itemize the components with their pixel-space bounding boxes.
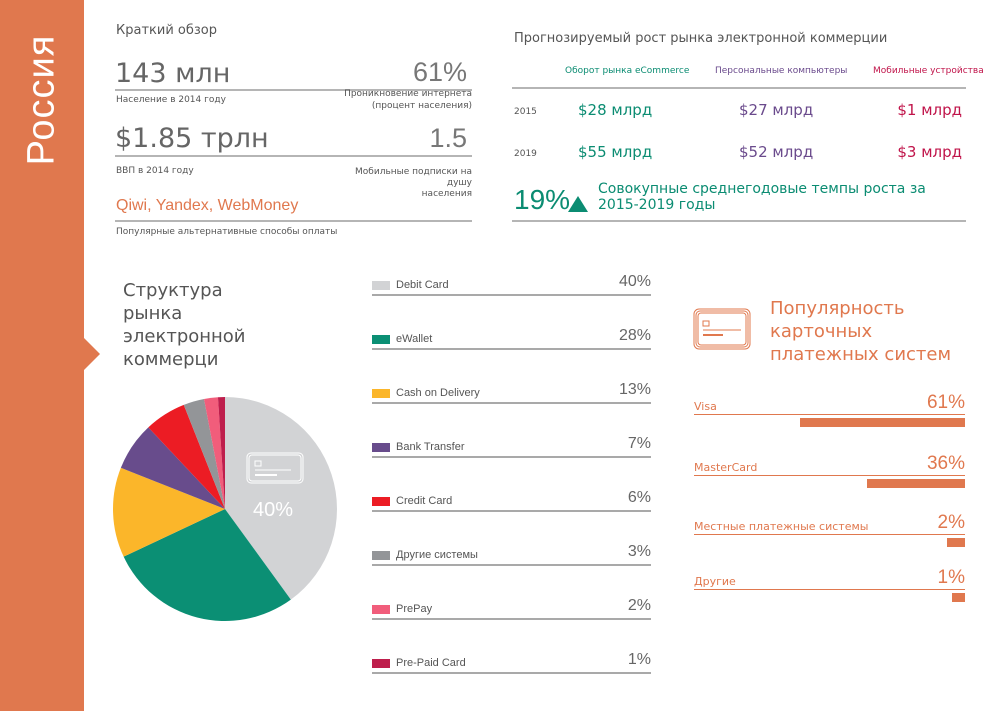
legend-value: 40% [618,273,651,290]
bar-value: 2% [937,512,965,533]
legend-value: 6% [627,489,651,506]
legend-swatch [372,497,390,506]
legend-divider [372,402,651,404]
bar [952,593,965,602]
legend-swatch [372,605,390,614]
legend-divider [372,510,651,512]
legend-divider [372,618,651,620]
card-popularity-title: Популярность карточных платежных систем [770,297,951,366]
legend-value: 13% [618,381,651,398]
legend-divider [372,348,651,350]
legend-divider [372,564,651,566]
legend-value: 7% [627,435,651,452]
legend-item: Bank Transfer 7% [372,435,651,458]
bar-label: MasterCard [694,461,758,474]
credit-card-icon [693,308,751,350]
bar-divider [694,589,965,590]
legend-value: 28% [618,327,651,344]
legend-item: eWallet 28% [372,327,651,350]
bar-label: Другие [694,575,736,588]
bar-label: Visa [694,400,717,413]
bar-value: 1% [937,567,965,588]
legend-divider [372,672,651,674]
legend-label: Pre-Paid Card [396,657,466,669]
title-line: карточных [770,321,873,342]
legend-divider [372,456,651,458]
card-popularity-row: Visa 61% [694,392,965,442]
legend-swatch [372,335,390,344]
bar-value: 61% [926,392,965,413]
title-line: платежных систем [770,344,952,365]
legend-label: Cash on Delivery [396,387,480,399]
legend-swatch [372,281,390,290]
legend-swatch [372,443,390,452]
bar [867,479,965,488]
legend-item: Credit Card 6% [372,489,651,512]
legend-value: 3% [627,543,651,560]
bar [799,418,965,427]
legend-label: eWallet [396,333,433,345]
legend-swatch [372,389,390,398]
bar-divider [694,475,965,476]
legend-divider [372,294,651,296]
card-popularity-row: Другие 1% [694,567,965,617]
bar-value: 36% [926,453,965,474]
card-popularity-row: Местные платежные системы 2% [694,512,965,562]
pie-center-label: 40% [253,499,293,521]
bar-label: Местные платежные системы [694,520,869,533]
legend-value: 1% [627,651,651,668]
legend-item: Cash on Delivery 13% [372,381,651,404]
legend-item: Другие системы 3% [372,543,651,566]
legend-label: PrePay [396,603,433,615]
legend-item: Pre-Paid Card 1% [372,651,651,674]
legend-label: Debit Card [396,279,449,291]
legend-value: 2% [627,597,651,614]
card-popularity-row: MasterCard 36% [694,453,965,503]
legend-label: Credit Card [396,495,453,507]
bar [947,538,965,547]
legend-item: Debit Card 40% [372,273,651,296]
bar-divider [694,534,965,535]
legend-label: Bank Transfer [396,441,465,453]
bar-divider [694,414,965,415]
legend-item: PrePay 2% [372,597,651,620]
legend-swatch [372,551,390,560]
legend-label: Другие системы [396,549,478,561]
legend-swatch [372,659,390,668]
title-line: Популярность [770,298,905,319]
